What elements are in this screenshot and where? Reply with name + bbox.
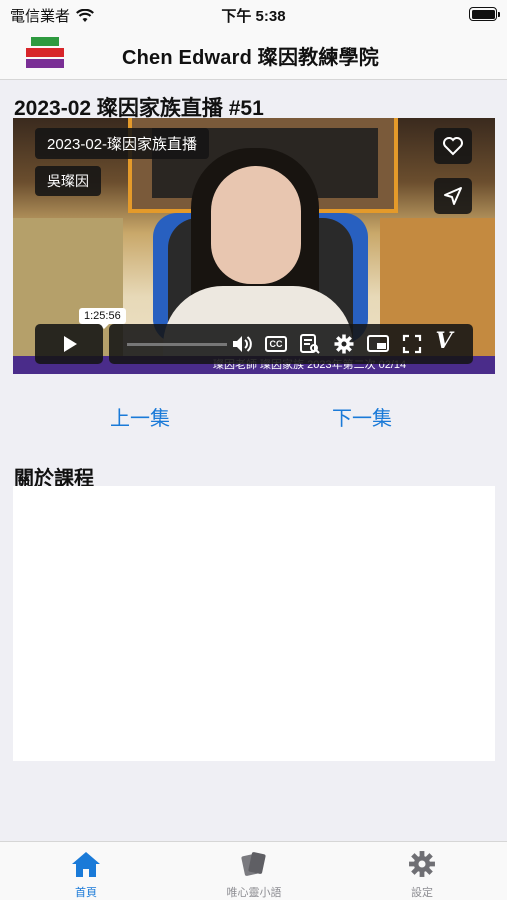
gear-icon — [334, 334, 354, 354]
video-player[interactable]: 璨因老師 璨因家族 2023年第二次 02/14 2023-02-璨因家族直播 … — [13, 118, 495, 374]
nav-title: Chen Edward 璨因教練學院 — [122, 47, 379, 69]
gear-icon — [409, 851, 435, 877]
transcript-icon — [300, 334, 320, 354]
nav-bar: Chen Edward 璨因教練學院 — [0, 28, 507, 80]
play-button[interactable] — [35, 324, 103, 364]
progress-scrubber[interactable] — [127, 343, 227, 346]
previous-episode-button[interactable]: 上一集 — [110, 402, 170, 431]
like-button[interactable] — [434, 128, 472, 164]
share-button[interactable] — [434, 178, 472, 214]
video-presenter — [211, 166, 301, 284]
cards-icon — [241, 852, 266, 876]
video-title-label[interactable]: 2023-02-璨因家族直播 — [35, 128, 210, 159]
scrub-time-tooltip: 1:25:56 — [79, 308, 126, 329]
home-icon — [72, 852, 100, 877]
play-icon — [64, 336, 77, 352]
tab-bar: 首頁 唯心靈小語 設定 — [0, 841, 507, 900]
tab-settings-label: 設定 — [411, 887, 433, 899]
volume-button[interactable] — [231, 333, 253, 355]
tab-home[interactable]: 首頁 — [26, 848, 146, 900]
transcript-button[interactable] — [299, 333, 321, 355]
about-course-content — [13, 486, 495, 761]
vimeo-logo[interactable]: V — [433, 328, 455, 354]
pip-button[interactable] — [367, 333, 389, 355]
tab-settings[interactable]: 設定 — [362, 848, 482, 900]
tab-home-label: 首頁 — [75, 887, 97, 899]
volume-icon — [233, 336, 252, 352]
battery-icon — [469, 7, 500, 21]
fullscreen-icon — [402, 334, 422, 354]
settings-button[interactable] — [333, 333, 355, 355]
next-episode-button[interactable]: 下一集 — [332, 402, 392, 431]
cc-icon[interactable]: CC — [265, 336, 287, 352]
video-controls: CC V — [35, 324, 473, 364]
status-time: 下午 5:38 — [221, 8, 286, 25]
pip-icon — [367, 335, 389, 352]
tab-quotes-label: 唯心靈小語 — [226, 887, 282, 899]
fullscreen-button[interactable] — [401, 333, 423, 355]
status-bar: 電信業者 下午 5:38 — [0, 0, 507, 28]
app-logo — [26, 37, 64, 69]
video-author-label[interactable]: 吳璨因 — [35, 166, 101, 196]
heart-icon — [443, 137, 463, 156]
tab-quotes[interactable]: 唯心靈小語 — [194, 848, 314, 900]
control-bar: CC V — [109, 324, 473, 364]
send-icon — [444, 187, 462, 205]
